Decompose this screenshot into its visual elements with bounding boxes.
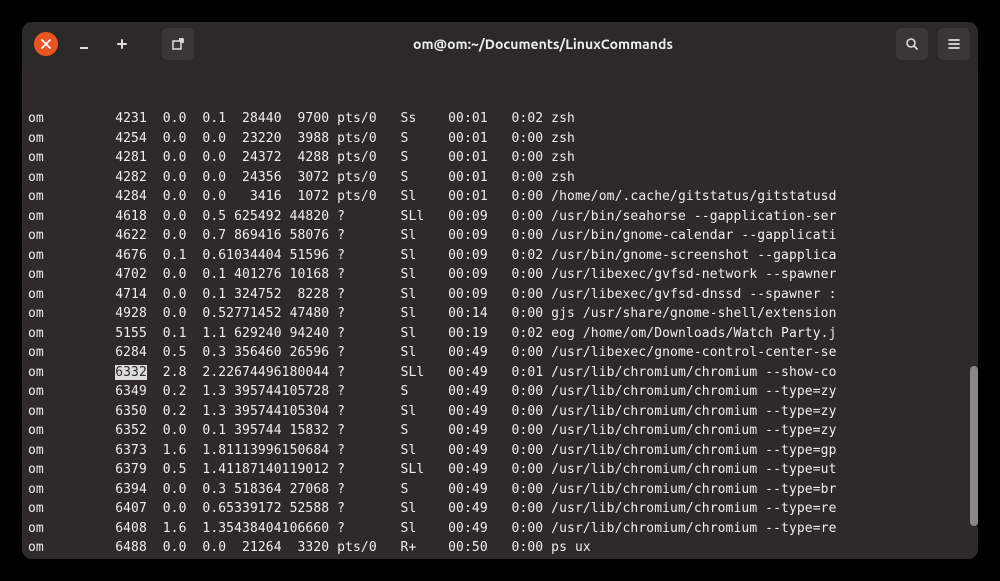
terminal-output[interactable]: om 4231 0.0 0.1 28440 9700 pts/0 Ss 00:0… bbox=[22, 66, 978, 559]
process-row: om 6284 0.5 0.3 356460 26596 ? Sl 00:49 … bbox=[28, 343, 972, 363]
menu-button[interactable] bbox=[938, 28, 970, 60]
process-row: om 4231 0.0 0.1 28440 9700 pts/0 Ss 00:0… bbox=[28, 109, 972, 129]
process-row: om 6379 0.5 1.41187140119012 ? SLl 00:49… bbox=[28, 460, 972, 480]
process-row: om 6488 0.0 0.0 21264 3320 pts/0 R+ 00:5… bbox=[28, 538, 972, 558]
process-row: om 4928 0.0 0.52771452 47480 ? Sl 00:14 … bbox=[28, 304, 972, 324]
minimize-icon bbox=[78, 38, 90, 50]
process-row: om 4714 0.0 0.1 324752 8228 ? Sl 00:09 0… bbox=[28, 285, 972, 305]
process-row: om 4702 0.0 0.1 401276 10168 ? Sl 00:09 … bbox=[28, 265, 972, 285]
process-row: om 4282 0.0 0.0 24356 3072 pts/0 S 00:01… bbox=[28, 168, 972, 188]
close-button[interactable] bbox=[34, 32, 58, 56]
process-row: om 4618 0.0 0.5 625492 44820 ? SLl 00:09… bbox=[28, 207, 972, 227]
process-row: om 6350 0.2 1.3 395744105304 ? Sl 00:49 … bbox=[28, 402, 972, 422]
scrollbar-thumb[interactable] bbox=[970, 366, 978, 526]
process-row: om 5155 0.1 1.1 629240 94240 ? Sl 00:19 … bbox=[28, 324, 972, 344]
process-row: om 6373 1.6 1.81113996150684 ? Sl 00:49 … bbox=[28, 441, 972, 461]
process-row: om 4676 0.1 0.61034404 51596 ? Sl 00:09 … bbox=[28, 246, 972, 266]
search-button[interactable] bbox=[896, 28, 928, 60]
process-row: om 6349 0.2 1.3 395744105728 ? S 00:49 0… bbox=[28, 382, 972, 402]
terminal-window: om@om:~/Documents/LinuxCommands om 4231 … bbox=[22, 22, 978, 559]
new-window-icon bbox=[171, 37, 185, 51]
hamburger-icon bbox=[947, 37, 961, 51]
process-row: om 6407 0.0 0.65339172 52588 ? Sl 00:49 … bbox=[28, 499, 972, 519]
process-row: om 6408 1.6 1.35438404106660 ? Sl 00:49 … bbox=[28, 519, 972, 539]
new-window-button[interactable] bbox=[162, 28, 194, 60]
minimize-button[interactable] bbox=[68, 28, 100, 60]
process-row: om 6352 0.0 0.1 395744 15832 ? S 00:49 0… bbox=[28, 421, 972, 441]
search-icon bbox=[905, 37, 919, 51]
process-row: om 4622 0.0 0.7 869416 58076 ? Sl 00:09 … bbox=[28, 226, 972, 246]
process-row: om 6332 2.8 2.22674496180044 ? SLl 00:49… bbox=[28, 363, 972, 383]
plus-icon bbox=[115, 37, 129, 51]
window-title: om@om:~/Documents/LinuxCommands bbox=[200, 36, 886, 52]
process-row: om 4281 0.0 0.0 24372 4288 pts/0 S 00:01… bbox=[28, 148, 972, 168]
new-tab-button[interactable] bbox=[106, 28, 138, 60]
process-row: om 6394 0.0 0.3 518364 27068 ? S 00:49 0… bbox=[28, 480, 972, 500]
process-row: om 4284 0.0 0.0 3416 1072 pts/0 Sl 00:01… bbox=[28, 187, 972, 207]
process-row: om 4254 0.0 0.0 23220 3988 pts/0 S 00:01… bbox=[28, 129, 972, 149]
titlebar: om@om:~/Documents/LinuxCommands bbox=[22, 22, 978, 66]
close-icon bbox=[41, 39, 51, 49]
